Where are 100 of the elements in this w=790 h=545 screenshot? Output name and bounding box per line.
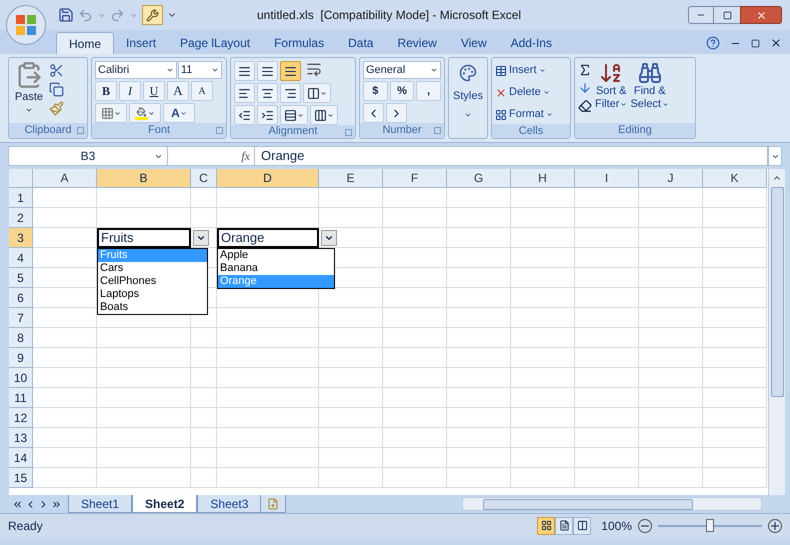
grid-cell[interactable] xyxy=(511,328,575,348)
grid-cell[interactable] xyxy=(639,388,703,408)
grid-cell[interactable] xyxy=(447,468,511,488)
copy-icon[interactable] xyxy=(49,82,64,97)
row-header[interactable]: 3 xyxy=(9,228,33,248)
row-header[interactable]: 9 xyxy=(9,348,33,368)
format-painter-icon[interactable] xyxy=(49,101,64,116)
grid-cell[interactable] xyxy=(97,388,191,408)
grid-cell[interactable] xyxy=(703,328,767,348)
grid-cell[interactable] xyxy=(217,368,319,388)
close-icon[interactable] xyxy=(770,37,782,49)
grid-cell[interactable] xyxy=(639,248,703,268)
grid-cell[interactable] xyxy=(319,368,383,388)
grid-cell[interactable] xyxy=(383,428,447,448)
column-header[interactable]: E xyxy=(319,169,383,188)
grid-cell[interactable] xyxy=(383,288,447,308)
style-button[interactable]: B xyxy=(95,81,117,101)
grid-cell[interactable] xyxy=(511,228,575,248)
dropdown-cell[interactable]: Fruits xyxy=(97,228,191,248)
zoom-out-icon[interactable] xyxy=(638,518,652,532)
grid-cell[interactable] xyxy=(511,408,575,428)
grid-cell[interactable] xyxy=(575,228,639,248)
fx-button[interactable]: fx xyxy=(241,147,250,165)
grid-cell[interactable] xyxy=(33,388,97,408)
zoom-level[interactable]: 100% xyxy=(601,516,632,534)
grid-cell[interactable] xyxy=(447,408,511,428)
dropdown-option[interactable]: Apple xyxy=(218,249,334,262)
name-box[interactable]: B3 xyxy=(8,146,168,166)
grid-cell[interactable] xyxy=(511,348,575,368)
grid-cell[interactable] xyxy=(383,188,447,208)
row-header[interactable]: 4 xyxy=(9,248,33,268)
dialog-launcher-icon[interactable] xyxy=(77,127,84,134)
page-break-button[interactable] xyxy=(573,516,592,534)
grid-cell[interactable] xyxy=(575,248,639,268)
style-button[interactable]: I xyxy=(119,81,141,101)
grid-cell[interactable] xyxy=(383,388,447,408)
grid-cell[interactable] xyxy=(703,248,767,268)
row-header[interactable]: 15 xyxy=(9,468,33,488)
wrap-text-icon[interactable] xyxy=(306,61,322,77)
grid-cell[interactable] xyxy=(383,228,447,248)
ribbon-tab[interactable]: Formulas xyxy=(262,32,336,54)
dropdown-option[interactable]: Banana xyxy=(218,262,334,275)
merge-button[interactable] xyxy=(303,83,331,103)
grid-cell[interactable] xyxy=(703,268,767,288)
grid-cell[interactable] xyxy=(447,448,511,468)
grid-cell[interactable] xyxy=(511,388,575,408)
grid-cell[interactable] xyxy=(447,188,511,208)
vertical-scrollbar[interactable] xyxy=(768,169,785,495)
grid-cell[interactable] xyxy=(97,408,191,428)
direction-button[interactable] xyxy=(310,105,338,125)
grid-cell[interactable] xyxy=(319,448,383,468)
grid-cell[interactable] xyxy=(217,388,319,408)
grid-cell[interactable] xyxy=(575,448,639,468)
grid-cell[interactable] xyxy=(217,188,319,208)
grid-cell[interactable] xyxy=(33,308,97,328)
grid-cell[interactable] xyxy=(33,408,97,428)
grid-cell[interactable] xyxy=(447,268,511,288)
grid-cell[interactable] xyxy=(447,348,511,368)
grid-cell[interactable] xyxy=(511,268,575,288)
grid-cell[interactable] xyxy=(217,448,319,468)
grid-cell[interactable] xyxy=(383,328,447,348)
number-style-button[interactable]: % xyxy=(390,81,414,101)
top-align-button[interactable] xyxy=(234,61,255,81)
column-header[interactable]: H xyxy=(511,169,575,188)
normal-view-button[interactable] xyxy=(537,516,556,534)
styles-button[interactable]: Styles xyxy=(448,57,488,139)
paste-button[interactable]: Paste xyxy=(12,61,46,123)
grid-cell[interactable] xyxy=(33,468,97,488)
number-style-button[interactable]: , xyxy=(416,81,442,101)
grid-cell[interactable] xyxy=(703,428,767,448)
last-sheet-icon[interactable] xyxy=(51,498,62,510)
grid-cell[interactable] xyxy=(33,208,97,228)
column-header[interactable]: I xyxy=(575,169,639,188)
row-header[interactable]: 12 xyxy=(9,408,33,428)
dropdown-arrow-button[interactable] xyxy=(193,230,209,246)
dropdown-option[interactable]: Laptops xyxy=(98,288,207,301)
grid-cell[interactable] xyxy=(511,288,575,308)
style-button[interactable]: U xyxy=(143,81,165,101)
grid-cell[interactable] xyxy=(575,328,639,348)
save-icon[interactable] xyxy=(58,7,74,23)
ribbon-tab[interactable]: Home xyxy=(56,32,114,54)
grid-cell[interactable] xyxy=(319,348,383,368)
grid-cell[interactable] xyxy=(575,468,639,488)
grid-cell[interactable] xyxy=(639,408,703,428)
grid-cell[interactable] xyxy=(191,468,217,488)
zoom-in-icon[interactable] xyxy=(768,518,782,532)
shrink-font-button[interactable]: A xyxy=(191,81,213,101)
grid-cell[interactable] xyxy=(639,328,703,348)
grid-cell[interactable] xyxy=(575,408,639,428)
cells-button[interactable]: Format xyxy=(495,105,553,124)
font-color-button[interactable]: A xyxy=(163,103,195,123)
grid-cell[interactable] xyxy=(447,368,511,388)
grid-cell[interactable] xyxy=(383,208,447,228)
ribbon-tab[interactable]: Review xyxy=(385,32,449,54)
row-header[interactable]: 2 xyxy=(9,208,33,228)
grid-cell[interactable] xyxy=(511,368,575,388)
grid-cell[interactable] xyxy=(383,368,447,388)
grid-cell[interactable] xyxy=(33,428,97,448)
grid-cell[interactable] xyxy=(319,208,383,228)
grid-cell[interactable] xyxy=(639,448,703,468)
